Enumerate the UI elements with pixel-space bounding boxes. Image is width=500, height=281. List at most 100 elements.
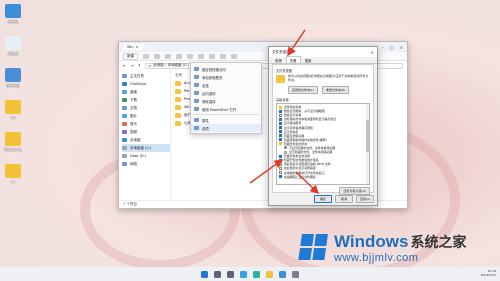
nav-item[interactable]: 网络 [122,160,170,168]
checkbox[interactable] [279,162,282,166]
clock-date: 2023/5/31 [480,273,496,277]
restore-defaults-button[interactable]: 还原为默认值(D) [339,187,370,195]
desktop-icon[interactable]: xx [2,164,24,184]
ok-button[interactable]: 确定 [314,195,332,203]
checkbox[interactable] [279,113,282,117]
checkbox[interactable] [279,138,282,142]
apply-to-folders-button[interactable]: 应用到文件夹(L) [288,86,319,94]
nav-item[interactable]: 文档 [122,104,170,112]
settings-icon[interactable] [292,270,299,278]
advanced-settings-list[interactable]: 文件和文件夹 始终显示图标，从不显示缩略图 始终显示菜单 鼠标指向文件夹和桌面项时显示… [276,103,370,185]
nav-item-label: 音乐 [130,121,137,126]
nav-item[interactable]: 图片 [122,112,170,120]
forward-icon[interactable]: → [130,63,133,68]
search-icon[interactable] [214,270,221,278]
checkbox[interactable] [279,171,282,175]
rename-icon[interactable] [176,53,182,59]
checkbox[interactable] [279,130,282,134]
advanced-setting[interactable]: 在缩略图上显示文件图标 [279,175,367,179]
maximize-icon[interactable]: □ [390,45,394,50]
menu-item[interactable]: 全选 [191,81,261,89]
desktop-icon[interactable]: 新建文件夹 [2,132,24,153]
explorer-tab[interactable]: Win × [123,44,143,50]
folder-icon [175,96,181,102]
menu-item[interactable]: 属性 [191,116,261,124]
checkbox[interactable] [279,126,282,130]
store-icon[interactable] [279,270,286,278]
cancel-button[interactable]: 取消 [335,195,353,203]
nav-item[interactable]: 此电脑 [122,136,170,144]
watermark: Windows 系统之家 www.bjjmlv.com [298,226,500,270]
menu-item[interactable]: 固定到快速访问 [191,65,261,73]
scrollbar[interactable] [366,104,369,184]
dialog-close-icon[interactable]: × [371,50,374,55]
dialog-title: 文件夹选项 [272,49,290,54]
menu-item-icon [194,75,199,79]
sort-icon[interactable] [209,53,215,59]
nav-item[interactable]: OneDrive [122,80,170,88]
start-icon[interactable] [201,270,208,278]
taskview-icon[interactable] [227,270,234,278]
share-icon[interactable] [187,53,193,59]
copy-icon[interactable] [154,53,160,59]
paste-icon[interactable] [165,53,171,59]
explorer-icon[interactable] [266,270,273,278]
menu-item-icon [194,99,199,103]
desktop-icon-label: DX [10,116,16,120]
minimize-icon[interactable]: – [382,45,384,50]
view-icon[interactable] [220,53,226,59]
nav-item[interactable]: 视频 [122,128,170,136]
desktop-icon[interactable]: 回收站 [2,36,24,57]
cut-icon[interactable] [143,53,149,59]
menu-item-label: 选项 [202,126,209,131]
nav-item[interactable]: 下载 [122,96,170,104]
checkbox[interactable] [279,166,282,170]
folder-icon [5,100,21,114]
desktop-icon[interactable]: 此电脑 [2,4,24,25]
menu-item-label: 属性 [202,118,209,123]
nav-item[interactable]: 主文件夹 [122,72,170,80]
menu-item[interactable]: 选项 [191,124,261,132]
control-panel-icon [5,68,21,82]
more-icon[interactable] [231,53,237,59]
radio-button[interactable] [284,150,287,154]
nav-item-label: Data (D:) [130,154,147,158]
reset-folders-button[interactable]: 重置文件夹(R) [322,86,350,94]
close-icon[interactable]: × [400,45,403,50]
nav-item[interactable]: 桌面 [122,88,170,96]
up-icon[interactable]: ↑ [138,63,141,68]
checkbox[interactable] [279,154,282,158]
menu-item[interactable]: 反向选择 [191,89,261,97]
widgets-icon[interactable] [240,270,247,278]
nav-item[interactable]: 音乐 [122,120,170,128]
dialog-tab[interactable]: 搜索 [302,57,315,63]
menu-item[interactable]: 清除选择 [191,97,261,105]
apply-button[interactable]: 应用(A) [356,195,374,203]
nav-item-label: 网络 [130,161,137,166]
desktop-icon[interactable]: DX [2,100,24,120]
desktop-icon[interactable]: 控制面板 [2,68,24,89]
edge-icon[interactable] [253,270,260,278]
nav-item[interactable]: 本地磁盘 (C:) [122,144,170,152]
nav-item-label: 此电脑 [130,137,141,142]
checkbox[interactable] [279,175,282,179]
checkbox[interactable] [279,117,282,121]
checkbox[interactable] [279,158,282,162]
checkbox[interactable] [279,121,282,125]
delete-icon[interactable] [198,53,204,59]
new-button[interactable]: 新建 [123,52,138,60]
radio-button[interactable] [284,146,287,150]
back-icon[interactable]: ← [123,63,126,68]
nav-item[interactable]: Data (D:) [122,152,170,160]
menu-item[interactable]: 添加到收藏夹 [191,73,261,81]
watermark-brand-cn: 系统之家 [410,235,467,251]
windows-logo-icon [298,234,330,262]
dialog-tab[interactable]: 查看 [285,56,301,63]
desktop-icon-label: 此电脑 [7,20,19,24]
system-clock[interactable]: 10:18 2023/5/31 [481,269,496,277]
menu-item[interactable]: 使用 PowerShell 打开 [191,105,261,113]
checkbox[interactable] [279,134,282,138]
close-tab-icon[interactable]: × [136,45,139,49]
checkbox[interactable] [279,109,282,113]
dialog-tab[interactable]: 常规 [272,57,285,63]
